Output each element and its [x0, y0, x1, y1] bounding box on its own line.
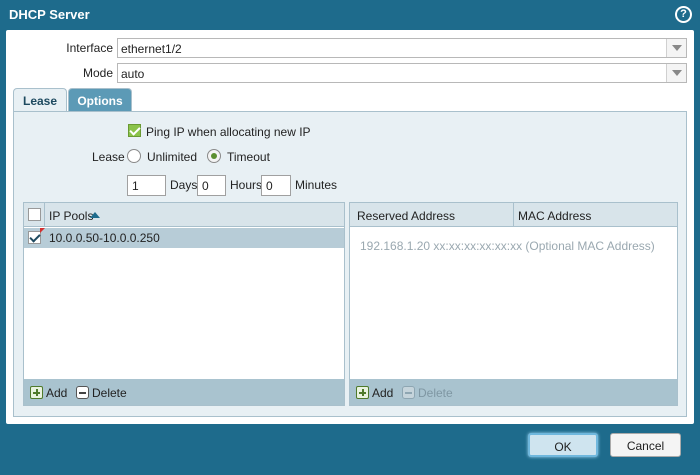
reserved-address-grid: Reserved Address MAC Address 192.168.1.2… — [349, 202, 678, 406]
add-ip-pool-button[interactable]: Add — [46, 386, 67, 400]
ip-pool-value: 10.0.0.50-10.0.0.250 — [49, 231, 160, 245]
timeout-label: Timeout — [227, 150, 270, 164]
mode-label: Mode — [82, 66, 113, 80]
ip-pools-column-header[interactable]: IP Pools — [49, 209, 93, 223]
ping-ip-label: Ping IP when allocating new IP — [146, 125, 311, 139]
hours-input[interactable]: 0 — [197, 175, 226, 196]
dialog-titlebar: DHCP Server ? — [0, 0, 700, 30]
delete-reserved-address-button: Delete — [418, 386, 453, 400]
delete-icon — [402, 386, 415, 399]
add-reserved-address-button[interactable]: Add — [372, 386, 393, 400]
hours-label: Hours — [230, 178, 263, 192]
table-row[interactable]: 10.0.0.50-10.0.0.250 — [24, 228, 344, 248]
delete-ip-pool-button[interactable]: Delete — [92, 386, 127, 400]
ping-ip-checkbox[interactable] — [128, 124, 141, 137]
days-label: Days — [170, 178, 198, 192]
delete-icon[interactable] — [76, 386, 89, 399]
add-icon[interactable] — [356, 386, 369, 399]
tab-options[interactable]: Options — [68, 88, 132, 112]
tab-lease[interactable]: Lease — [13, 88, 67, 112]
reserved-address-toolbar: Add Delete — [350, 379, 677, 405]
reserved-address-placeholder[interactable]: 192.168.1.20 xx:xx:xx:xx:xx:xx (Optional… — [360, 239, 655, 253]
sort-ascending-icon — [90, 212, 100, 218]
ok-button[interactable]: OK — [528, 433, 598, 457]
header-divider — [44, 203, 45, 227]
unlimited-radio[interactable] — [127, 149, 141, 163]
add-icon[interactable] — [30, 386, 43, 399]
ip-pools-toolbar: Add Delete — [24, 379, 344, 405]
days-input[interactable]: 1 — [127, 175, 166, 196]
chevron-down-icon[interactable] — [666, 39, 686, 57]
dialog-title: DHCP Server — [9, 7, 90, 22]
help-icon[interactable]: ? — [675, 6, 692, 23]
minutes-input[interactable]: 0 — [261, 175, 291, 196]
lease-panel: Ping IP when allocating new IP Lease Unl… — [13, 111, 687, 417]
lease-label: Lease — [92, 150, 125, 164]
reserved-address-column-header[interactable]: Reserved Address — [357, 209, 455, 223]
mac-address-column-header[interactable]: MAC Address — [518, 209, 591, 223]
interface-value: ethernet1/2 — [121, 42, 182, 56]
dialog-content: Interface ethernet1/2 Mode auto Lease Op… — [6, 30, 694, 424]
mode-select[interactable]: auto — [117, 63, 687, 83]
header-divider — [513, 203, 514, 227]
modified-flag-icon — [40, 228, 45, 233]
ip-pools-grid: IP Pools 10.0.0.50-10.0.0.250 Add Delete — [23, 202, 345, 406]
select-all-checkbox[interactable] — [28, 208, 41, 221]
mode-value: auto — [121, 67, 145, 81]
interface-label: Interface — [66, 41, 113, 55]
minutes-label: Minutes — [295, 178, 338, 192]
cancel-button[interactable]: Cancel — [610, 433, 681, 457]
dhcp-server-dialog: DHCP Server ? Interface ethernet1/2 Mode… — [0, 0, 700, 475]
ip-pools-header: IP Pools — [24, 203, 344, 227]
unlimited-label: Unlimited — [147, 150, 198, 164]
chevron-down-icon[interactable] — [666, 64, 686, 82]
interface-select[interactable]: ethernet1/2 — [117, 38, 687, 58]
timeout-radio[interactable] — [207, 149, 221, 163]
reserved-address-header: Reserved Address MAC Address — [350, 203, 677, 227]
